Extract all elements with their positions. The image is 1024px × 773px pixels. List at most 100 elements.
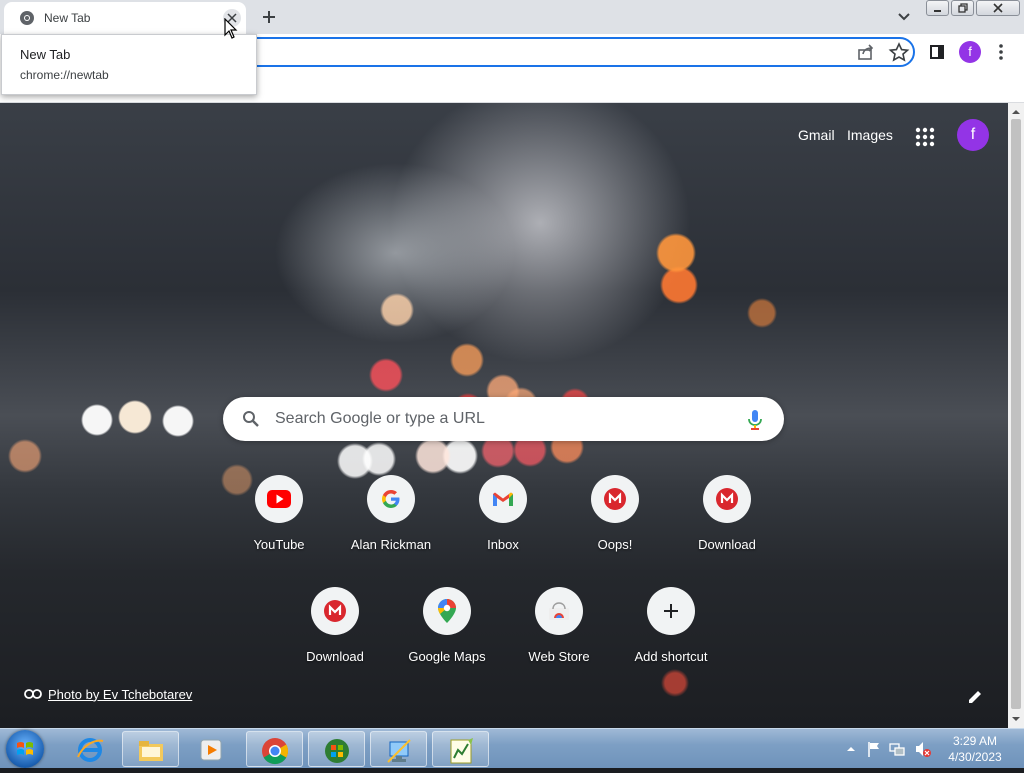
network-status-icon[interactable] <box>888 735 906 763</box>
side-panel-icon[interactable] <box>926 42 948 62</box>
ntp-profile-avatar[interactable]: f <box>957 119 989 151</box>
tab-search-button[interactable] <box>892 6 916 28</box>
new-tab-button[interactable] <box>256 5 282 29</box>
window-controls <box>926 0 1022 18</box>
file-explorer-icon <box>139 741 163 761</box>
minimize-button[interactable] <box>926 0 949 16</box>
clock-date: 4/30/2023 <box>948 750 1002 764</box>
media-player-icon <box>200 739 222 761</box>
shortcut-tile <box>591 475 639 523</box>
taskbar-clock[interactable]: 3:29 AM 4/30/2023 <box>940 733 1010 765</box>
shortcut-tile <box>311 587 359 635</box>
windows-update-icon <box>325 739 349 763</box>
action-center-flag-icon[interactable] <box>866 735 882 763</box>
shortcut-tile <box>423 587 471 635</box>
internet-explorer-icon <box>77 738 104 762</box>
new-tab-page: Gmail Images f Search Google or type a U… <box>0 103 1008 728</box>
shortcut-tile <box>255 475 303 523</box>
images-link[interactable]: Images <box>847 127 893 143</box>
mega-icon <box>324 600 346 622</box>
search-placeholder: Search Google or type a URL <box>275 410 485 427</box>
taskbar-chart-app[interactable] <box>432 731 489 767</box>
shortcut-tile <box>367 475 415 523</box>
page-scrollbar[interactable] <box>1008 103 1024 728</box>
taskbar-file-explorer[interactable] <box>122 731 179 767</box>
shortcut-tile <box>535 587 583 635</box>
taskbar-network[interactable] <box>370 731 427 767</box>
shortcut-oops[interactable]: Oops! <box>559 475 671 575</box>
mega-icon <box>604 488 626 510</box>
plus-icon <box>664 604 678 618</box>
photo-credit-text: Photo by Ev Tchebotarev <box>48 686 193 702</box>
tab-hover-card: New Tab chrome://newtab <box>1 34 257 95</box>
shortcut-tile <box>647 587 695 635</box>
shortcut-google-maps[interactable]: Google Maps <box>391 587 503 687</box>
shortcut-label: Download <box>306 649 364 664</box>
gmail-link[interactable]: Gmail <box>798 127 835 143</box>
taskbar-windows-update[interactable] <box>308 731 365 767</box>
clock-time: 3:29 AM <box>952 734 998 748</box>
network-icon <box>387 739 411 763</box>
shortcut-label: YouTube <box>253 537 305 552</box>
volume-muted-icon[interactable] <box>914 735 932 763</box>
taskbar: 3:29 AM 4/30/2023 <box>0 728 1024 768</box>
close-icon <box>993 3 1003 13</box>
shortcut-label: Add shortcut <box>634 649 708 664</box>
plus-icon <box>263 11 275 23</box>
restore-icon <box>957 3 968 13</box>
show-hidden-icons-arrow-icon[interactable] <box>846 735 856 763</box>
shortcut-label: Alan Rickman <box>350 537 432 552</box>
chevron-down-icon <box>898 13 910 21</box>
shortcut-download-2[interactable]: Download <box>279 587 391 687</box>
hover-card-url: chrome://newtab <box>20 68 109 82</box>
shortcut-label: Inbox <box>487 537 519 552</box>
tab-title: New Tab <box>44 11 91 25</box>
google-maps-icon <box>438 599 456 623</box>
scroll-thumb[interactable] <box>1011 119 1021 709</box>
more-menu-icon[interactable] <box>993 42 1009 62</box>
taskbar-internet-explorer[interactable] <box>62 731 119 767</box>
tab-new-tab[interactable]: New Tab <box>4 2 246 34</box>
minimize-icon <box>934 9 941 12</box>
hover-card-title: New Tab <box>20 47 71 62</box>
shortcut-download[interactable]: Download <box>671 475 783 575</box>
shortcut-youtube[interactable]: YouTube <box>223 475 335 575</box>
google-icon <box>382 490 400 508</box>
shortcut-inbox[interactable]: Inbox <box>447 475 559 575</box>
shortcut-web-store[interactable]: Web Store <box>503 587 615 687</box>
chart-app-icon <box>450 738 473 764</box>
search-icon <box>243 411 259 427</box>
close-window-button[interactable] <box>976 0 1020 16</box>
add-shortcut-button[interactable]: Add shortcut <box>615 587 727 687</box>
windows-logo-icon <box>17 742 33 755</box>
tab-strip: New Tab <box>0 0 1024 34</box>
start-button[interactable] <box>6 730 44 768</box>
photo-credit-link[interactable]: Photo by Ev Tchebotarev <box>24 685 192 703</box>
shortcut-alan-rickman[interactable]: Alan Rickman <box>335 475 447 575</box>
share-icon[interactable] <box>855 42 877 62</box>
profile-avatar[interactable]: f <box>959 41 981 63</box>
bookmark-star-icon[interactable] <box>888 42 910 62</box>
shortcut-label: Oops! <box>597 537 633 552</box>
microphone-icon[interactable] <box>747 409 763 431</box>
address-bar[interactable] <box>190 37 915 67</box>
shortcut-tile <box>703 475 751 523</box>
search-box[interactable]: Search Google or type a URL <box>223 397 784 441</box>
mega-icon <box>716 488 738 510</box>
shortcut-label: Download <box>698 537 756 552</box>
chrome-icon <box>20 11 34 25</box>
google-apps-icon[interactable] <box>913 125 937 149</box>
web-store-icon <box>549 602 569 620</box>
gmail-icon <box>493 492 513 506</box>
system-tray <box>846 735 936 763</box>
taskbar-chrome[interactable] <box>246 731 303 767</box>
scroll-down-arrow-icon[interactable] <box>1008 712 1024 726</box>
chrome-icon <box>262 738 289 765</box>
scroll-up-arrow-icon[interactable] <box>1008 105 1024 119</box>
taskbar-media-player[interactable] <box>184 731 241 767</box>
shortcut-tile <box>479 475 527 523</box>
restore-button[interactable] <box>951 0 974 16</box>
customize-pencil-icon[interactable] <box>965 687 985 707</box>
mouse-cursor-icon <box>224 18 238 39</box>
link-icon <box>24 689 42 699</box>
